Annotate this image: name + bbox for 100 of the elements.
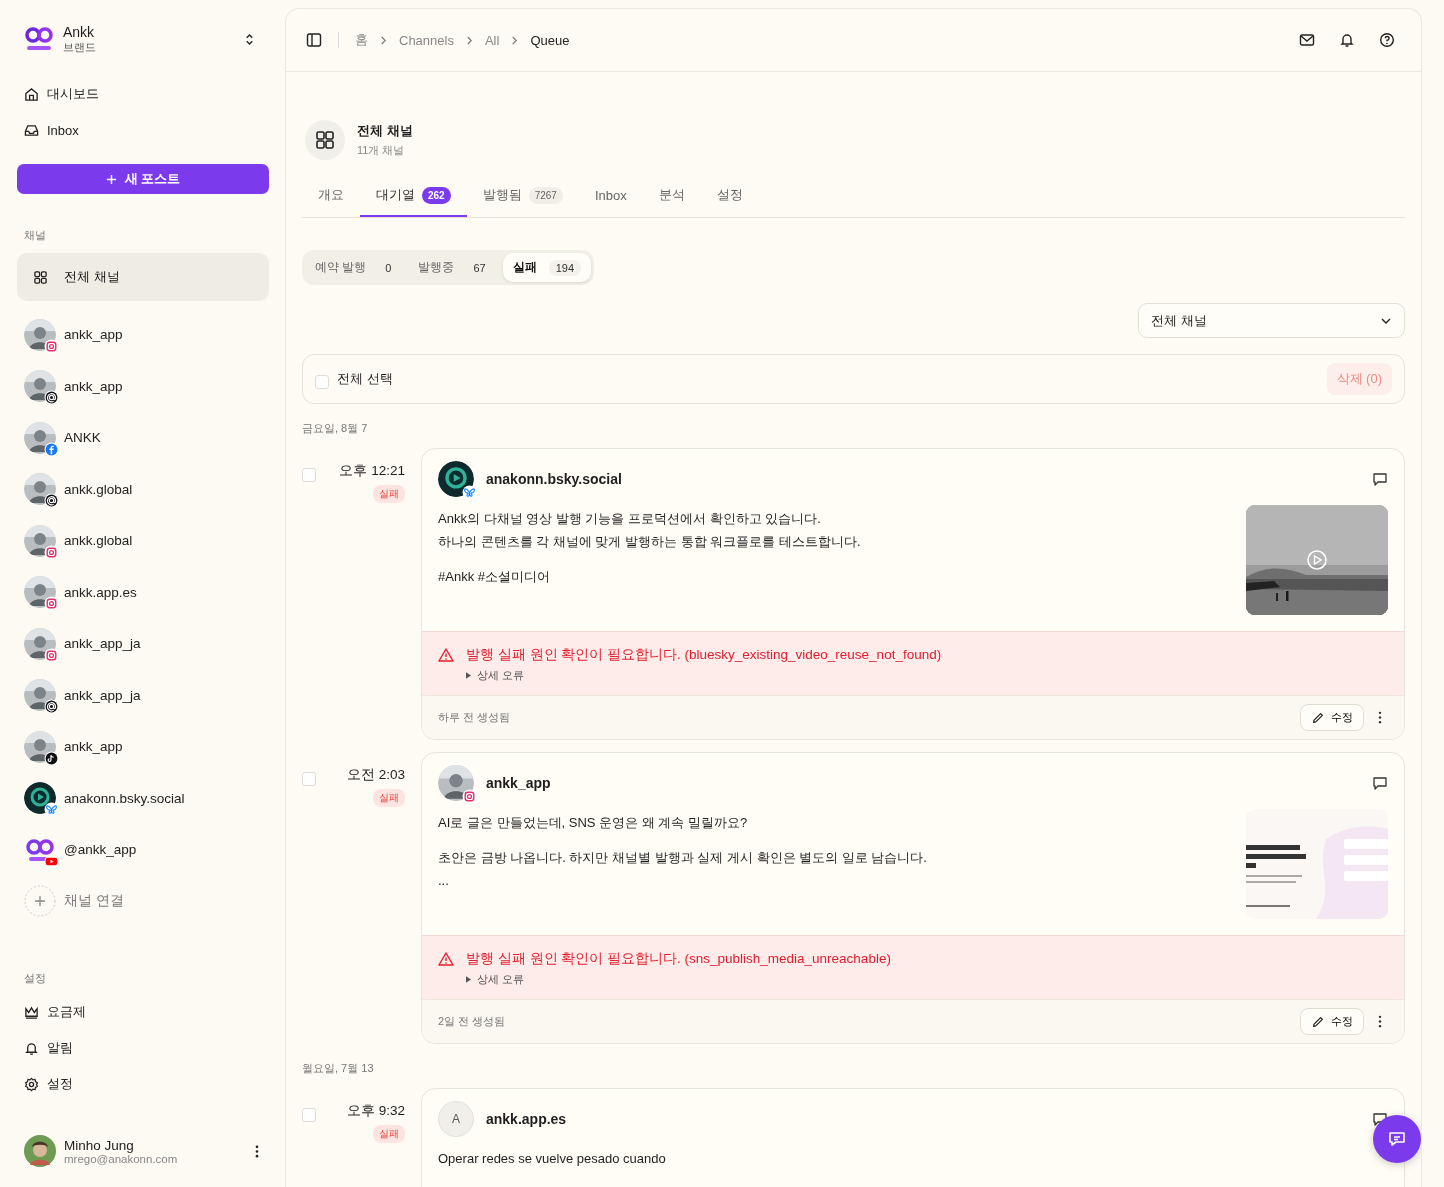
channel-link[interactable]: ANKK (64, 430, 101, 446)
user-name: Minho Jung (64, 1137, 135, 1153)
at-sign-icon (44, 699, 59, 715)
filter-tab[interactable]: 실패 194 (502, 253, 592, 282)
post-text: Operar redes se vuelve pesado cuando (438, 1150, 667, 1168)
brand-subtitle: 브랜드 (63, 39, 97, 55)
settings-item[interactable]: 알림 (17, 1030, 269, 1066)
camera-icon (44, 596, 59, 612)
date-heading: 금요일, 8월 7 (302, 421, 369, 436)
tab[interactable]: Inbox (578, 186, 643, 217)
channel-dropdown[interactable]: 전체 채널 (1138, 303, 1405, 338)
nav-item[interactable]: Inbox (17, 112, 269, 148)
chevron-updown-icon[interactable] (244, 31, 255, 47)
more-icon[interactable] (1378, 1015, 1382, 1028)
checkbox[interactable] (302, 1108, 316, 1122)
settings-item[interactable]: 요금제 (17, 994, 269, 1030)
channel-link[interactable]: ankk_app (64, 327, 123, 343)
bell-icon (24, 1040, 39, 1056)
avatar (24, 679, 56, 712)
triangle-right-icon (466, 976, 471, 983)
tab[interactable]: 대기열 262 (360, 186, 467, 217)
home-icon (24, 86, 39, 102)
avatar (24, 1135, 56, 1167)
breadcrumb-link[interactable]: Channels (399, 32, 454, 48)
tab[interactable]: 설정 (700, 186, 759, 217)
created-time: 2일 전 생성됨 (438, 1014, 507, 1029)
section-heading: 채널 (24, 228, 47, 243)
warning-icon (438, 647, 454, 663)
avatar (438, 765, 474, 801)
butterfly-icon (462, 485, 477, 500)
checkbox[interactable] (302, 468, 316, 482)
breadcrumb-link[interactable]: 홈 (355, 31, 368, 49)
post-time: 오전 2:03 (346, 766, 405, 784)
page-title: 전체 채널 (357, 122, 413, 140)
inbox-icon (24, 122, 39, 138)
avatar (24, 627, 56, 660)
avatar (24, 370, 56, 403)
more-icon[interactable] (255, 1144, 259, 1158)
section-heading: 설정 (24, 971, 47, 986)
comment-icon[interactable] (1372, 471, 1388, 487)
pencil-icon (1311, 1014, 1325, 1029)
connect-channel-link[interactable]: 채널 연결 (64, 892, 124, 911)
letter-f-icon (44, 441, 59, 457)
avatar-initial: A (438, 1101, 474, 1137)
butterfly-icon (44, 802, 59, 818)
channel-link[interactable]: ankk_app_ja (64, 687, 141, 703)
mail-icon[interactable] (1299, 32, 1315, 48)
chat-button[interactable] (1373, 1115, 1421, 1163)
channel-link[interactable]: ankk.global (64, 481, 133, 497)
channel-link[interactable]: ankk_app (64, 739, 123, 755)
channel-link[interactable]: @ankk_app (64, 842, 137, 858)
checkbox[interactable] (302, 772, 316, 786)
tab[interactable]: 개요 (302, 186, 360, 217)
sidebar-toggle-icon[interactable] (306, 32, 322, 48)
error-message: 발행 실패 원인 확인이 필요합니다. (bluesky_existing_video_reuse_not_found) (466, 646, 942, 664)
breadcrumb-link[interactable]: Queue (530, 32, 570, 48)
channel-link[interactable]: ankk.app.es (64, 584, 137, 600)
tab[interactable]: 발행됨 7267 (466, 186, 579, 217)
at-sign-icon (44, 493, 59, 509)
nav-item[interactable]: 대시보드 (17, 76, 269, 112)
created-time: 하루 전 생성됨 (438, 710, 512, 725)
account-name: anakonn.bsky.social (486, 471, 622, 487)
chevron-right-icon (465, 34, 473, 46)
checkbox[interactable] (315, 375, 329, 389)
camera-icon (44, 338, 59, 354)
filter-tab[interactable]: 예약 발행 0 (305, 253, 409, 282)
pencil-icon (1311, 710, 1325, 725)
date-heading: 월요일, 7월 13 (302, 1061, 375, 1076)
status-badge: 실패 (373, 789, 405, 807)
chevron-right-icon (511, 34, 519, 46)
breadcrumb-link[interactable]: All (484, 32, 500, 48)
edit-button[interactable]: 수정 (1300, 704, 1364, 731)
post-text: Ankk의 다채널 영상 발행 기능을 프로덕션에서 확인하고 있습니다. 하나의 콘텐츠를 각 채널에 맞게 발행하는 통합 워크플로를 테스트합니다. (438, 510, 862, 551)
channel-item[interactable]: 전체 채널 (17, 253, 269, 301)
error-details-toggle[interactable]: 상세 오류 (466, 668, 525, 683)
comment-icon[interactable] (1372, 775, 1388, 791)
channel-link[interactable]: ankk_app_ja (64, 636, 141, 652)
notification-icon[interactable] (1339, 32, 1355, 48)
avatar (24, 318, 56, 351)
more-icon[interactable] (1378, 711, 1382, 724)
warning-icon (438, 951, 454, 967)
post-time: 오후 12:21 (339, 462, 405, 480)
settings-icon (24, 1076, 39, 1092)
camera-icon (44, 544, 59, 560)
new-post-button[interactable]: 새 포스트 (17, 164, 269, 194)
edit-button[interactable]: 수정 (1300, 1008, 1364, 1035)
chat-plus-icon (1387, 1129, 1407, 1149)
chevron-right-icon (380, 34, 387, 46)
channel-link[interactable]: anakonn.bsky.social (64, 790, 185, 806)
filter-tab[interactable]: 발행중 67 (408, 253, 503, 282)
page-subtitle: 11개 채널 (357, 143, 406, 158)
error-details-toggle[interactable]: 상세 오류 (466, 972, 525, 987)
tab[interactable]: 분석 (642, 186, 701, 217)
channel-link[interactable]: ankk.global (64, 533, 133, 549)
note-icon (44, 750, 59, 766)
play-icon (44, 853, 59, 869)
plus-icon (105, 173, 117, 185)
settings-item[interactable]: 설정 (17, 1066, 269, 1102)
help-icon[interactable] (1379, 32, 1395, 48)
channel-link[interactable]: ankk_app (64, 378, 123, 394)
